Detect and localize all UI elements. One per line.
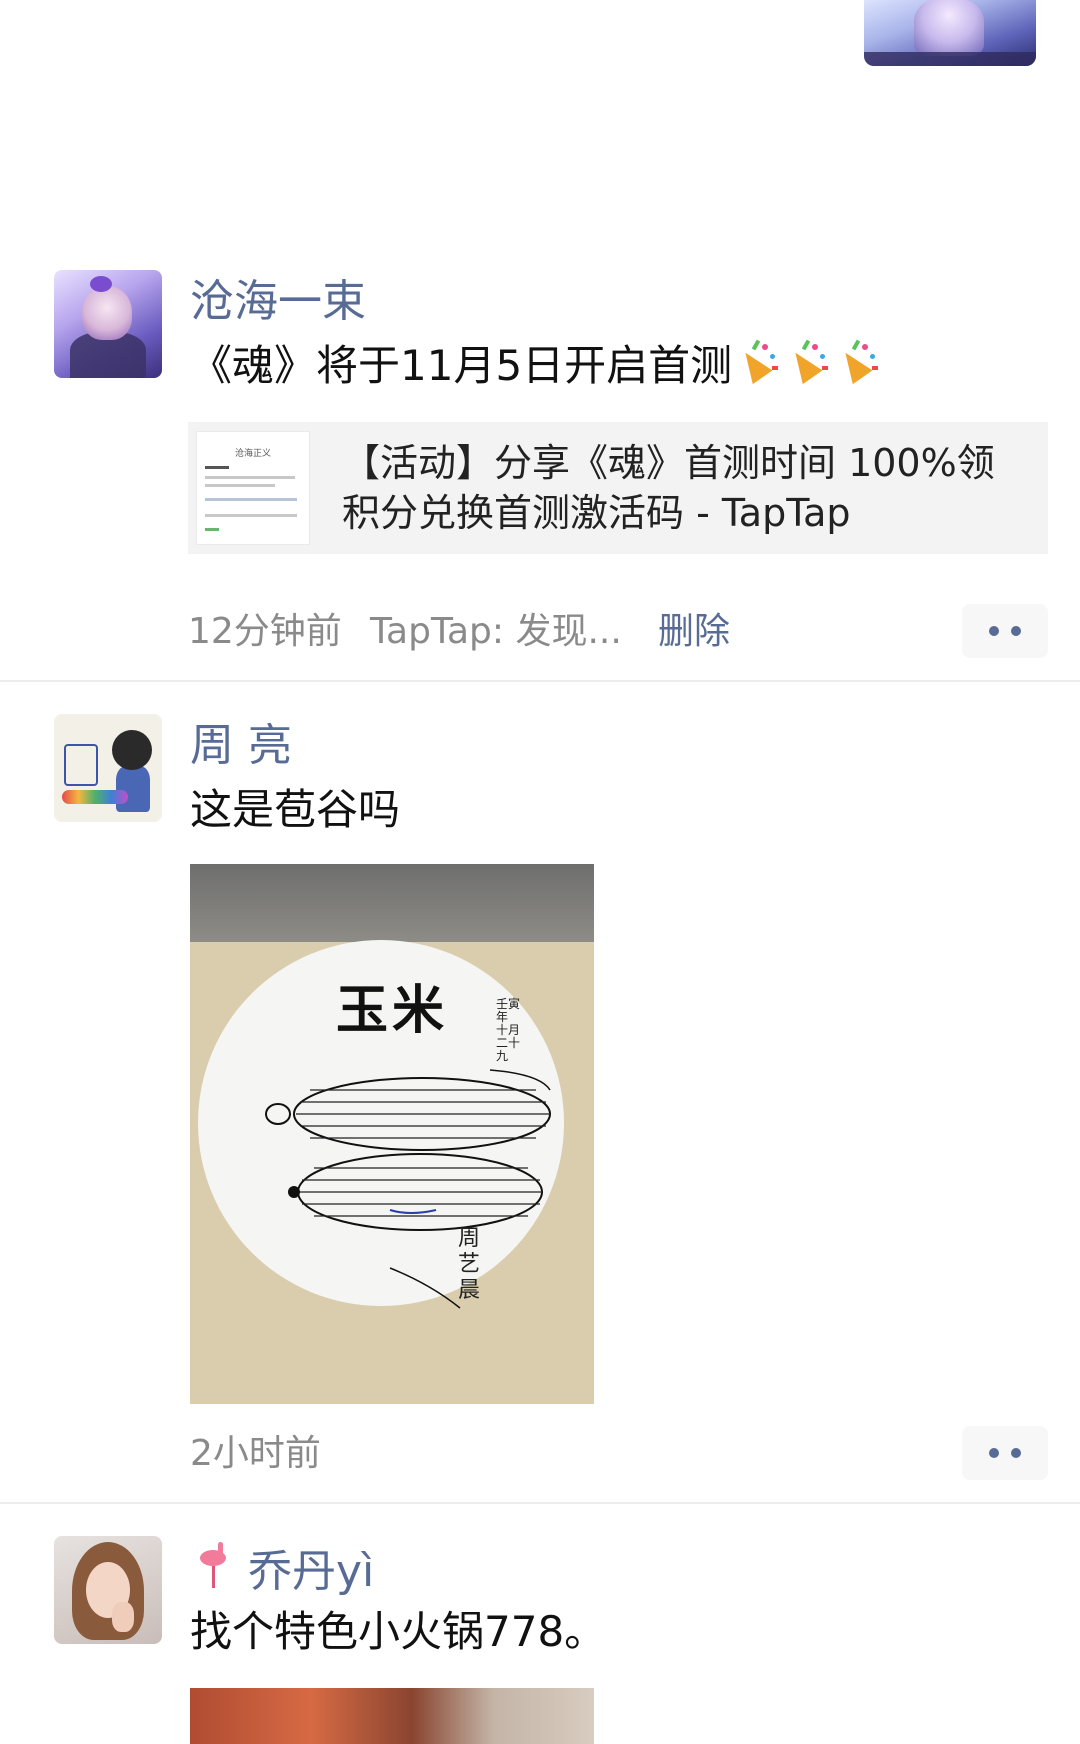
link-card[interactable]: 沧海正义 【活动】分享《魂》首测时间 100%领积分兑换首测激活码 - TapT…	[188, 422, 1048, 554]
avatar-head	[82, 286, 132, 340]
post-time: 12分钟前	[188, 611, 342, 652]
dot-icon	[989, 1448, 999, 1458]
avatar-character	[64, 744, 98, 786]
avatar-figure-head	[112, 730, 152, 770]
post-photo[interactable]	[190, 1688, 594, 1744]
flamingo-icon	[190, 1542, 234, 1590]
post-text: 《魂》将于11月5日开启首测	[190, 338, 882, 394]
photo-signature: 周艺晨	[458, 1226, 481, 1303]
avatar-figure-body	[116, 766, 150, 812]
avatar[interactable]	[54, 1536, 162, 1644]
party-popper-icon	[785, 339, 832, 386]
post-text: 这是苞谷吗	[190, 785, 401, 834]
avatar[interactable]	[54, 714, 162, 822]
post-text: 找个特色小火锅778。	[190, 1607, 607, 1656]
previous-post-image[interactable]	[864, 0, 1036, 66]
photo-note: 壬寅年 十月二十九	[496, 997, 521, 1063]
more-button[interactable]	[962, 604, 1048, 658]
photo-title: 玉米	[336, 981, 449, 1041]
image-figure	[914, 0, 984, 56]
avatar-hand	[112, 1602, 134, 1632]
avatar-colors	[62, 790, 128, 804]
party-popper-icon	[835, 339, 882, 386]
avatar-rose	[90, 276, 112, 292]
post-source[interactable]: TapTap: 发现...	[370, 610, 622, 654]
divider	[0, 1502, 1080, 1504]
author-name[interactable]: 乔丹yì	[190, 1542, 374, 1598]
more-button[interactable]	[962, 1426, 1048, 1480]
link-thumbnail-title: 沧海正义	[234, 449, 271, 459]
post-text-content: 《魂》将于11月5日开启首测	[190, 341, 733, 390]
link-thumbnail: 沧海正义	[196, 431, 310, 545]
corn-drawing	[265, 1069, 551, 1309]
avatar[interactable]	[54, 270, 162, 378]
dot-icon	[1011, 626, 1021, 636]
post-time: 2小时前	[190, 1433, 321, 1474]
post-photo[interactable]: 玉米 壬寅年 十月二十九 周艺晨	[190, 864, 594, 1404]
divider	[0, 680, 1080, 682]
dot-icon	[1011, 1448, 1021, 1458]
author-name-text: 乔丹yì	[248, 1546, 375, 1597]
delete-button[interactable]: 删除	[658, 610, 730, 654]
party-popper-icon	[735, 339, 782, 386]
dot-icon	[989, 626, 999, 636]
link-title: 【活动】分享《魂》首测时间 100%领积分兑换首测激活码 - TapTap	[342, 441, 995, 535]
image-base	[864, 52, 1036, 66]
author-name[interactable]: 沧海一束	[190, 276, 366, 328]
author-name[interactable]: 周 亮	[190, 720, 292, 772]
